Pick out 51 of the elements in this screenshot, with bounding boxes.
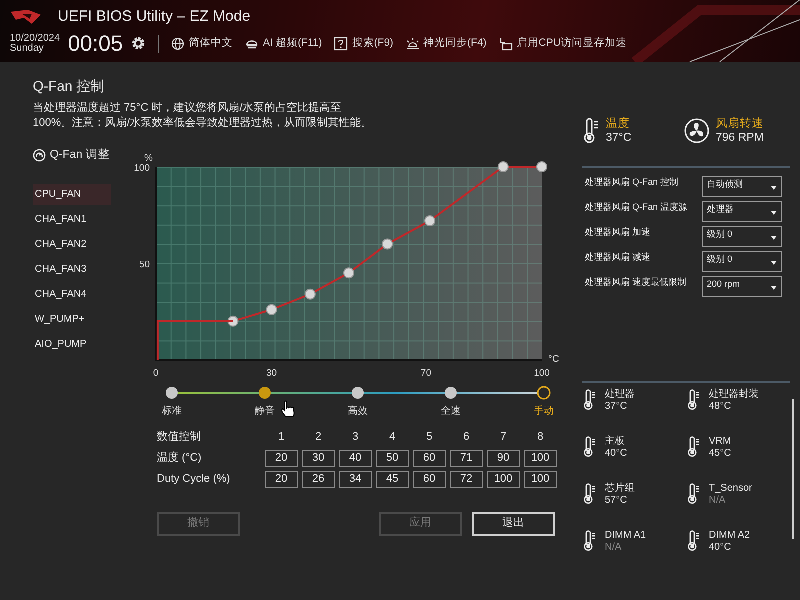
row-label: 温度 (°C) <box>157 450 203 466</box>
tune-label: Q-Fan 调整 <box>50 148 110 163</box>
tick-label: 0 <box>153 368 159 379</box>
axis-title: °C <box>548 354 560 365</box>
column-header: 2 <box>314 430 323 445</box>
axis-title: % <box>144 153 153 164</box>
sensor-label: 处理器封装 <box>709 389 759 401</box>
setting-label: 处理器风扇 减速 <box>585 251 651 264</box>
sensor-value: 57°C <box>605 495 628 507</box>
sensor-value: N/A <box>605 542 623 554</box>
column-header: 8 <box>536 430 545 445</box>
column-header: 6 <box>462 430 471 445</box>
sensor-value: 40°C <box>709 542 732 554</box>
setting-label: 处理器风扇 Q-Fan 控制 <box>585 176 679 189</box>
date-text: 10/20/2024 <box>10 34 60 44</box>
sensor-label: 主板 <box>605 436 626 448</box>
sensor-label: T_Sensor <box>709 483 752 495</box>
sensor-value: 45°C <box>709 448 732 460</box>
sensor-value: 40°C <box>605 448 628 460</box>
sensor-label: 芯片组 <box>605 483 635 495</box>
fan-speed-value: 796 RPM <box>716 131 764 145</box>
clock-time: 00:05 <box>68 32 124 54</box>
app-title: UEFI BIOS Utility – EZ Mode <box>58 7 251 27</box>
column-header: 4 <box>388 430 397 445</box>
temperature-label: 温度 <box>606 117 631 131</box>
column-header: 3 <box>351 430 360 445</box>
tick-label: 50 <box>139 260 150 270</box>
sensor-value: 48°C <box>709 401 732 413</box>
sensor-label: DIMM A2 <box>709 530 750 542</box>
tick-label: 100 <box>134 163 150 174</box>
section-title: Q-Fan 控制 <box>33 77 106 96</box>
sensor-label: VRM <box>709 436 732 448</box>
setting-label: 处理器风扇 加速 <box>585 226 651 239</box>
tick-label: 30 <box>266 368 278 379</box>
setting-label: 处理器风扇 速度最低限制 <box>585 276 687 289</box>
tick-label: 70 <box>420 368 432 379</box>
temperature-value: 37°C <box>606 131 633 145</box>
row-label: Duty Cycle (%) <box>157 472 232 487</box>
sensor-label: DIMM A1 <box>605 530 646 542</box>
column-header: 5 <box>425 430 434 445</box>
sensor-value: 37°C <box>605 401 628 413</box>
setting-label: 处理器风扇 Q-Fan 温度源 <box>585 201 688 214</box>
sensor-label: 处理器 <box>605 389 635 401</box>
fan-speed-label: 风扇转速 <box>716 117 764 131</box>
description-text: 当处理器温度超过 75°C 时，建议您将风扇/水泵的占空比提高至 100%。注意：风扇/水泵效率低会导致处理器过热，从而限制其性能。 <box>33 101 374 131</box>
weekday-text: Sunday <box>10 44 45 54</box>
column-header: 1 <box>277 430 286 445</box>
table-header: 数值控制 <box>157 430 202 445</box>
sensor-value: N/A <box>709 495 727 507</box>
tick-label: 100 <box>534 368 550 379</box>
column-header: 7 <box>499 430 508 445</box>
